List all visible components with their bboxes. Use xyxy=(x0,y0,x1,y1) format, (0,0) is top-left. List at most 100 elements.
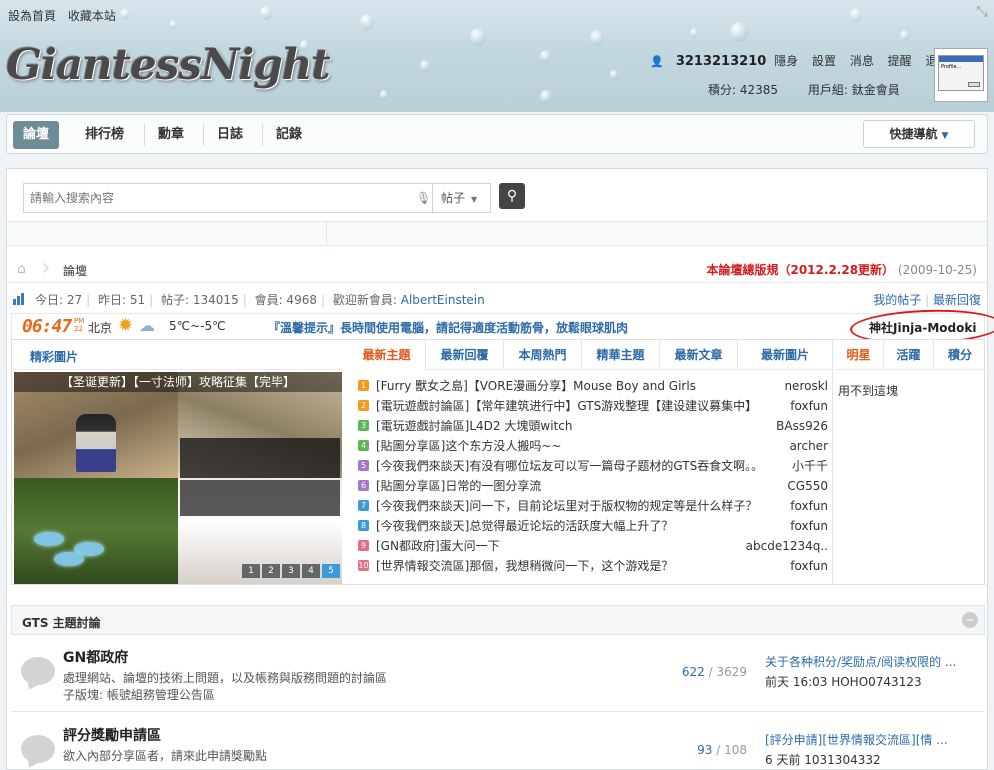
last-post-meta[interactable]: 6 天前 1031304332 xyxy=(765,751,975,768)
topic-title[interactable]: [Furry 獸女之島]【VORE漫画分享】Mouse Boy and Girl… xyxy=(376,376,776,396)
notifications-link[interactable]: 提醒 xyxy=(888,54,912,68)
chart-icon xyxy=(13,293,24,305)
topic-row[interactable]: 5 [今夜我們來談天]有没有哪位坛友可以写一篇母子题材的GTS吞食文啊。。 小千千 xyxy=(348,456,832,476)
slideshow-caption[interactable]: 【圣诞更新】【一寸法师】攻略征集【完毕】 xyxy=(14,372,342,392)
messages-link[interactable]: 消息 xyxy=(850,54,874,68)
forum-name[interactable]: GN都政府 xyxy=(63,647,128,667)
topic-row[interactable]: 7 [今夜我們來談天]问一下，目前论坛里对于版权物的规定等是什么样子？ foxfun xyxy=(348,496,832,516)
nav-medals[interactable]: 勳章 xyxy=(148,121,194,149)
topic-title[interactable]: [今夜我們來談天]总觉得最近论坛的活跃度大幅上升了？ xyxy=(376,516,776,536)
home-icon[interactable]: ⌂ xyxy=(17,261,33,277)
topic-row[interactable]: 9 [GN都政府]蛋大问一下 abcde1234q.. xyxy=(348,536,832,556)
nav-records[interactable]: 記錄 xyxy=(266,121,312,149)
topic-author[interactable]: foxfun xyxy=(790,516,828,536)
new-member-link[interactable]: AlbertEinstein xyxy=(401,293,485,307)
my-posts-link[interactable]: 我的帖子 xyxy=(873,293,921,307)
slide-page-1[interactable]: 1 xyxy=(242,564,260,578)
user-group-link[interactable]: 用戶組: 鈦金會員 xyxy=(808,83,900,97)
forum-row: GN都政府 處理網站、論壇的技術上問題，以及帳務與版務問題的討論區 子版塊: 帳… xyxy=(11,639,985,709)
nav-blog[interactable]: 日誌 xyxy=(207,121,253,149)
topic-title[interactable]: [貼圖分享區]这个东方没人搬吗~~ xyxy=(376,436,776,456)
tab-points[interactable]: 積分 xyxy=(934,340,986,370)
topic-author[interactable]: neroskl xyxy=(784,376,828,396)
topic-title[interactable]: [貼圖分享區]日常的一图分享流 xyxy=(376,476,776,496)
tip-marquee[interactable]: 『溫馨提示』長時間使用電腦，請記得適度活動筋骨，放鬆眼球肌肉 xyxy=(268,319,628,336)
topic-row[interactable]: 10 [世界情報交流區]那個，我想稍微问一下，这个游戏是？ foxfun xyxy=(348,556,832,576)
points-link[interactable]: 積分: 42385 xyxy=(708,83,778,97)
latest-replies-link[interactable]: 最新回復 xyxy=(933,293,981,307)
avatar[interactable]: Profile... xyxy=(934,48,988,102)
nav-forum[interactable]: 論壇 xyxy=(13,121,60,149)
invisible-link[interactable]: 隱身 xyxy=(774,54,798,68)
topic-row[interactable]: 1 [Furry 獸女之島]【VORE漫画分享】Mouse Boy and Gir… xyxy=(348,376,832,396)
slideshow-image[interactable]: 【圣诞更新】【一寸法师】攻略征集【完毕】 1 2 3 4 5 xyxy=(14,372,342,584)
header: 設為首頁 收藏本站 ⤡ GiantessNight 👤 3213213210 隱… xyxy=(0,0,994,112)
stat-today: 今日: 27 xyxy=(35,293,83,307)
slide-page-2[interactable]: 2 xyxy=(262,564,280,578)
weather-bar: 06:47 PM 22 北京 ✹ ☁ 5℃~-5℃ 『溫馨提示』長時間使用電腦，請… xyxy=(11,307,994,347)
site-logo[interactable]: GiantessNight xyxy=(6,40,331,89)
settings-link[interactable]: 設置 xyxy=(812,54,836,68)
bookmark-link[interactable]: 收藏本站 xyxy=(68,9,116,23)
microphone-icon[interactable]: 🎙 xyxy=(416,191,431,205)
topic-title[interactable]: [電玩遊戲討論區]L4D2 大塊頭witch xyxy=(376,416,776,436)
set-homepage-link[interactable]: 設為首頁 xyxy=(8,9,56,23)
tab-stars[interactable]: 明星 xyxy=(834,340,884,370)
tab-latest-replies[interactable]: 最新回覆 xyxy=(426,340,504,370)
collapse-section-icon[interactable]: − xyxy=(962,612,978,628)
quick-nav-button[interactable]: 快捷導航 ▼ xyxy=(863,120,975,148)
breadcrumb-current[interactable]: 論壇 xyxy=(63,262,87,279)
weather-temperature: 5℃~-5℃ xyxy=(169,319,226,333)
collapse-header-icon[interactable]: ⤡ xyxy=(974,4,990,20)
last-post-meta[interactable]: 前天 16:03 HOHO0743123 xyxy=(765,673,975,690)
stats-bar: 今日: 27 | 昨日: 51 | 帖子: 134015 | 會員: 4968 | 歡迎… xyxy=(11,291,987,309)
topic-title[interactable]: [今夜我們來談天]有没有哪位坛友可以写一篇母子题材的GTS吞食文啊。。 xyxy=(376,456,776,476)
topic-row[interactable]: 2 [電玩遊戲討論區]【常年建筑进行中】GTS游戏整理【建设建议募集中】 foxfu… xyxy=(348,396,832,416)
topic-title[interactable]: [電玩遊戲討論區]【常年建筑进行中】GTS游戏整理【建设建议募集中】 xyxy=(376,396,776,416)
slide-page-3[interactable]: 3 xyxy=(282,564,300,578)
topic-row[interactable]: 4 [貼圖分享區]这个东方没人搬吗~~ archer xyxy=(348,436,832,456)
topic-title[interactable]: [今夜我們來談天]问一下，目前论坛里对于版权物的规定等是什么样子？ xyxy=(376,496,776,516)
topic-author[interactable]: 小千千 xyxy=(792,456,828,476)
search-box: 🎙 帖子▼ xyxy=(23,183,491,213)
topic-author[interactable]: foxfun xyxy=(790,496,828,516)
sun-icon: ✹ xyxy=(118,315,134,336)
topic-title[interactable]: [世界情報交流區]那個，我想稍微问一下，这个游戏是？ xyxy=(376,556,776,576)
clock-ampm: PM 22 xyxy=(74,317,85,333)
topic-author[interactable]: archer xyxy=(789,436,828,456)
tab-weekly-hot[interactable]: 本周熱門 xyxy=(504,340,582,370)
topic-author[interactable]: abcde1234q.. xyxy=(746,536,828,556)
slide-page-4[interactable]: 4 xyxy=(302,564,320,578)
last-post-title[interactable]: [評分申請][世界情報交流區][情 ... xyxy=(765,731,975,748)
main-panel: 🎙 帖子▼ ⚲ ⌂ › 論壇 本論壇總版規（2012.2.28更新） (2009… xyxy=(6,168,994,770)
tab-latest-images[interactable]: 最新圖片 xyxy=(738,340,832,370)
search-input[interactable] xyxy=(24,184,432,212)
nav-ranking[interactable]: 排行榜 xyxy=(75,121,134,149)
search-type-select[interactable]: 帖子 ▼ xyxy=(432,184,492,212)
username-link[interactable]: 3213213210 xyxy=(676,54,766,69)
topic-author[interactable]: foxfun xyxy=(790,396,828,416)
topic-row[interactable]: 3 [電玩遊戲討論區]L4D2 大塊頭witch BAss926 xyxy=(348,416,832,436)
rules-link[interactable]: 本論壇總版規（2012.2.28更新） xyxy=(706,263,894,277)
forum-description: 欲入內部分享區者，請來此申請獎勵點 xyxy=(63,749,268,763)
section-title[interactable]: GTS 主題討論 xyxy=(22,614,101,631)
tab-latest-topics[interactable]: 最新主題 xyxy=(348,340,426,370)
topic-rank-badge: 6 xyxy=(358,480,369,491)
topic-author[interactable]: CG550 xyxy=(787,476,828,496)
last-post-title[interactable]: 关于各种积分/奖励点/阅读权限的 ... xyxy=(765,653,975,670)
slide-page-5[interactable]: 5 xyxy=(322,564,340,578)
topic-tabs: 最新主題 最新回覆 本周熱門 精華主題 最新文章 最新圖片 xyxy=(348,340,832,370)
topic-author[interactable]: BAss926 xyxy=(776,416,828,436)
search-button[interactable]: ⚲ xyxy=(499,183,525,209)
tab-active[interactable]: 活躍 xyxy=(884,340,934,370)
topic-author[interactable]: foxfun xyxy=(790,556,828,576)
tab-latest-articles[interactable]: 最新文章 xyxy=(660,340,738,370)
topic-row[interactable]: 6 [貼圖分享區]日常的一图分享流 CG550 xyxy=(348,476,832,496)
tab-digest[interactable]: 精華主題 xyxy=(582,340,660,370)
topic-rank-badge: 10 xyxy=(358,560,369,571)
forum-name[interactable]: 評分獎勵申請區 xyxy=(63,725,161,745)
forum-subforums[interactable]: 子版塊: 帳號組務管理公告區 xyxy=(63,686,215,703)
topic-row[interactable]: 8 [今夜我們來談天]总觉得最近论坛的活跃度大幅上升了？ foxfun xyxy=(348,516,832,536)
slideshow-title: 精彩圖片 xyxy=(30,350,79,364)
topic-title[interactable]: [GN都政府]蛋大问一下 xyxy=(376,536,776,556)
